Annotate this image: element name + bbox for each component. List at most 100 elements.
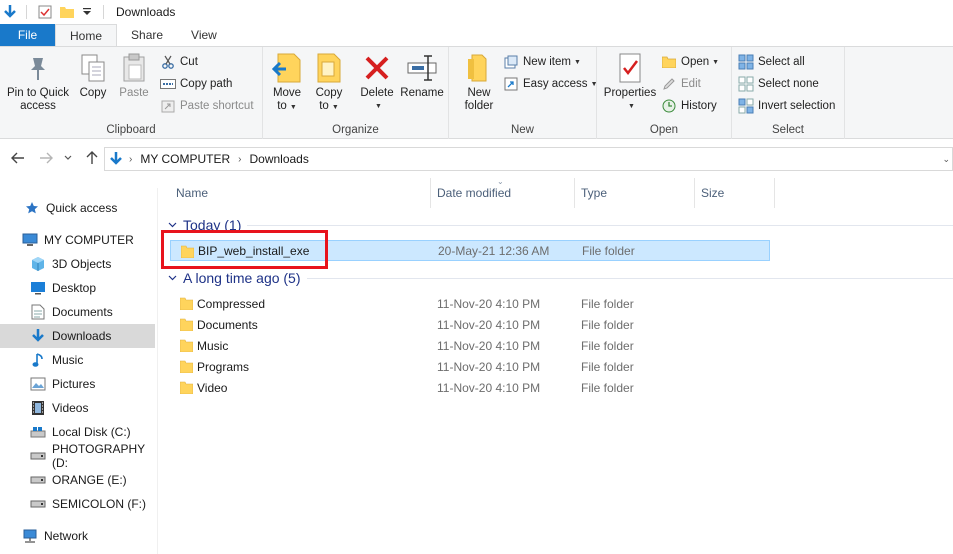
nav-item-my-computer[interactable]: MY COMPUTER: [0, 228, 155, 252]
nav-item-documents[interactable]: Documents: [0, 300, 155, 324]
tab-share[interactable]: Share: [117, 24, 177, 46]
history-icon: [661, 98, 677, 114]
paste-button[interactable]: Paste: [116, 51, 152, 100]
up-arrow-icon[interactable]: [84, 150, 100, 166]
properties-dropdown-icon[interactable]: ▼: [628, 100, 635, 113]
move-to-label-line1: Move: [272, 87, 302, 99]
recent-locations-chevron-icon[interactable]: [62, 150, 74, 166]
column-label: Name: [176, 186, 209, 200]
address-bar[interactable]: › MY COMPUTER › Downloads ⌄: [104, 147, 953, 171]
nav-item-3d-objects[interactable]: 3D Objects: [0, 252, 155, 276]
nav-item-local-disk-c[interactable]: Local Disk (C:): [0, 420, 155, 444]
history-button[interactable]: History: [661, 96, 717, 116]
file-row[interactable]: Music 11-Nov-20 4:10 PM File folder: [170, 335, 770, 356]
file-date: 11-Nov-20 4:10 PM: [437, 317, 541, 332]
easy-access-button[interactable]: Easy access ▼: [503, 74, 598, 94]
nav-label: Downloads: [52, 329, 112, 343]
network-icon: [22, 528, 38, 544]
column-header-name[interactable]: Name: [160, 178, 431, 208]
breadcrumb-downloads[interactable]: Downloads: [249, 152, 308, 166]
new-folder-icon[interactable]: [59, 4, 75, 20]
customize-dropdown-icon[interactable]: [79, 4, 95, 20]
rename-label: Rename: [400, 87, 444, 99]
tab-file[interactable]: File: [0, 24, 55, 46]
paste-shortcut-button[interactable]: Paste shortcut: [160, 96, 254, 116]
properties-check-icon[interactable]: [37, 4, 53, 20]
properties-button[interactable]: Properties ▼: [601, 51, 659, 113]
edit-button[interactable]: Edit: [661, 74, 701, 94]
file-date: 11-Nov-20 4:10 PM: [437, 338, 541, 353]
pin-to-quick-access-button[interactable]: Pin to Quick access: [4, 51, 72, 113]
nav-item-desktop[interactable]: Desktop: [0, 276, 155, 300]
nav-item-network[interactable]: Network: [0, 524, 155, 548]
open-button[interactable]: Open ▼: [661, 52, 719, 72]
file-row[interactable]: Documents 11-Nov-20 4:10 PM File folder: [170, 314, 770, 335]
column-header-type[interactable]: Type: [575, 178, 695, 208]
move-to-button[interactable]: Move to ▼: [269, 51, 305, 114]
forward-arrow-icon[interactable]: [38, 150, 54, 166]
open-group: Properties ▼ Open ▼ Edit History Open: [597, 47, 732, 139]
file-row[interactable]: Compressed 11-Nov-20 4:10 PM File folder: [170, 293, 770, 314]
nav-item-music[interactable]: Music: [0, 348, 155, 372]
window-title: Downloads: [116, 5, 176, 19]
invert-selection-button[interactable]: Invert selection: [738, 96, 835, 116]
select-all-button[interactable]: Select all: [738, 52, 805, 72]
nav-item-semicolon-f[interactable]: SEMICOLON (F:): [0, 492, 155, 516]
file-date: 20-May-21 12:36 AM: [438, 243, 550, 258]
video-icon: [30, 400, 46, 416]
download-location-icon: [109, 151, 123, 167]
delete-x-icon: [361, 51, 393, 85]
copy-icon: [77, 51, 109, 85]
group-header-long-time-ago[interactable]: A long time ago (5): [160, 268, 953, 288]
nav-label: Local Disk (C:): [52, 425, 131, 439]
file-row[interactable]: Video 11-Nov-20 4:10 PM File folder: [170, 377, 770, 398]
separator: [26, 5, 27, 19]
copy-to-button[interactable]: Copy to ▼: [311, 51, 347, 114]
organize-group: Move to ▼ Copy to ▼ Delete ▼ Rename Organi…: [263, 47, 449, 139]
paste-icon: [118, 51, 150, 85]
new-folder-icon: [463, 51, 495, 85]
nav-item-photography-d[interactable]: PHOTOGRAPHY (D:: [0, 442, 155, 470]
ribbon-tabs: File Home Share View: [0, 24, 953, 46]
column-header-date-modified[interactable]: Date modified ⌄: [431, 177, 575, 208]
nav-item-videos[interactable]: Videos: [0, 396, 155, 420]
breadcrumb-my-computer[interactable]: MY COMPUTER: [140, 152, 230, 166]
move-to-label-line2: to ▼: [277, 100, 297, 112]
star-icon: [24, 200, 40, 216]
copy-path-button[interactable]: Copy path: [160, 74, 232, 94]
tab-view[interactable]: View: [177, 24, 231, 46]
select-none-button[interactable]: Select none: [738, 74, 819, 94]
new-item-button[interactable]: New item ▼: [503, 52, 581, 72]
nav-item-downloads[interactable]: Downloads: [0, 324, 155, 348]
nav-label: Desktop: [52, 281, 97, 295]
tab-home[interactable]: Home: [55, 24, 118, 46]
pin-label-line2: access: [20, 100, 56, 112]
scissors-icon: [160, 54, 176, 70]
sort-chevron-icon: ⌄: [497, 177, 504, 186]
nav-item-quick-access[interactable]: Quick access: [0, 196, 155, 220]
nav-item-pictures[interactable]: Pictures: [0, 372, 155, 396]
properties-icon: [614, 51, 646, 85]
address-dropdown-icon[interactable]: ⌄: [942, 154, 950, 165]
cut-button[interactable]: Cut: [160, 52, 198, 72]
breadcrumb-chevron-icon[interactable]: ›: [238, 154, 241, 165]
new-folder-button[interactable]: New folder: [459, 51, 499, 113]
new-folder-label-line2: folder: [464, 100, 494, 112]
column-header-size[interactable]: Size: [695, 178, 775, 208]
navigation-bar: › MY COMPUTER › Downloads ⌄: [0, 140, 953, 178]
nav-item-orange-e[interactable]: ORANGE (E:): [0, 468, 155, 492]
edit-label: Edit: [681, 78, 701, 90]
file-type: File folder: [581, 338, 634, 353]
rename-button[interactable]: Rename: [399, 51, 445, 100]
breadcrumb-chevron-icon[interactable]: ›: [129, 154, 132, 165]
delete-button[interactable]: Delete ▼: [359, 51, 395, 113]
file-name: Compressed: [197, 296, 266, 311]
download-arrow-icon[interactable]: [2, 4, 18, 20]
properties-label: Properties: [603, 87, 657, 99]
copy-button[interactable]: Copy: [75, 51, 111, 100]
disk-icon: [30, 424, 46, 440]
file-row[interactable]: Programs 11-Nov-20 4:10 PM File folder: [170, 356, 770, 377]
file-type: File folder: [581, 317, 634, 332]
delete-dropdown-icon[interactable]: ▼: [375, 100, 382, 113]
back-arrow-icon[interactable]: [10, 150, 26, 166]
